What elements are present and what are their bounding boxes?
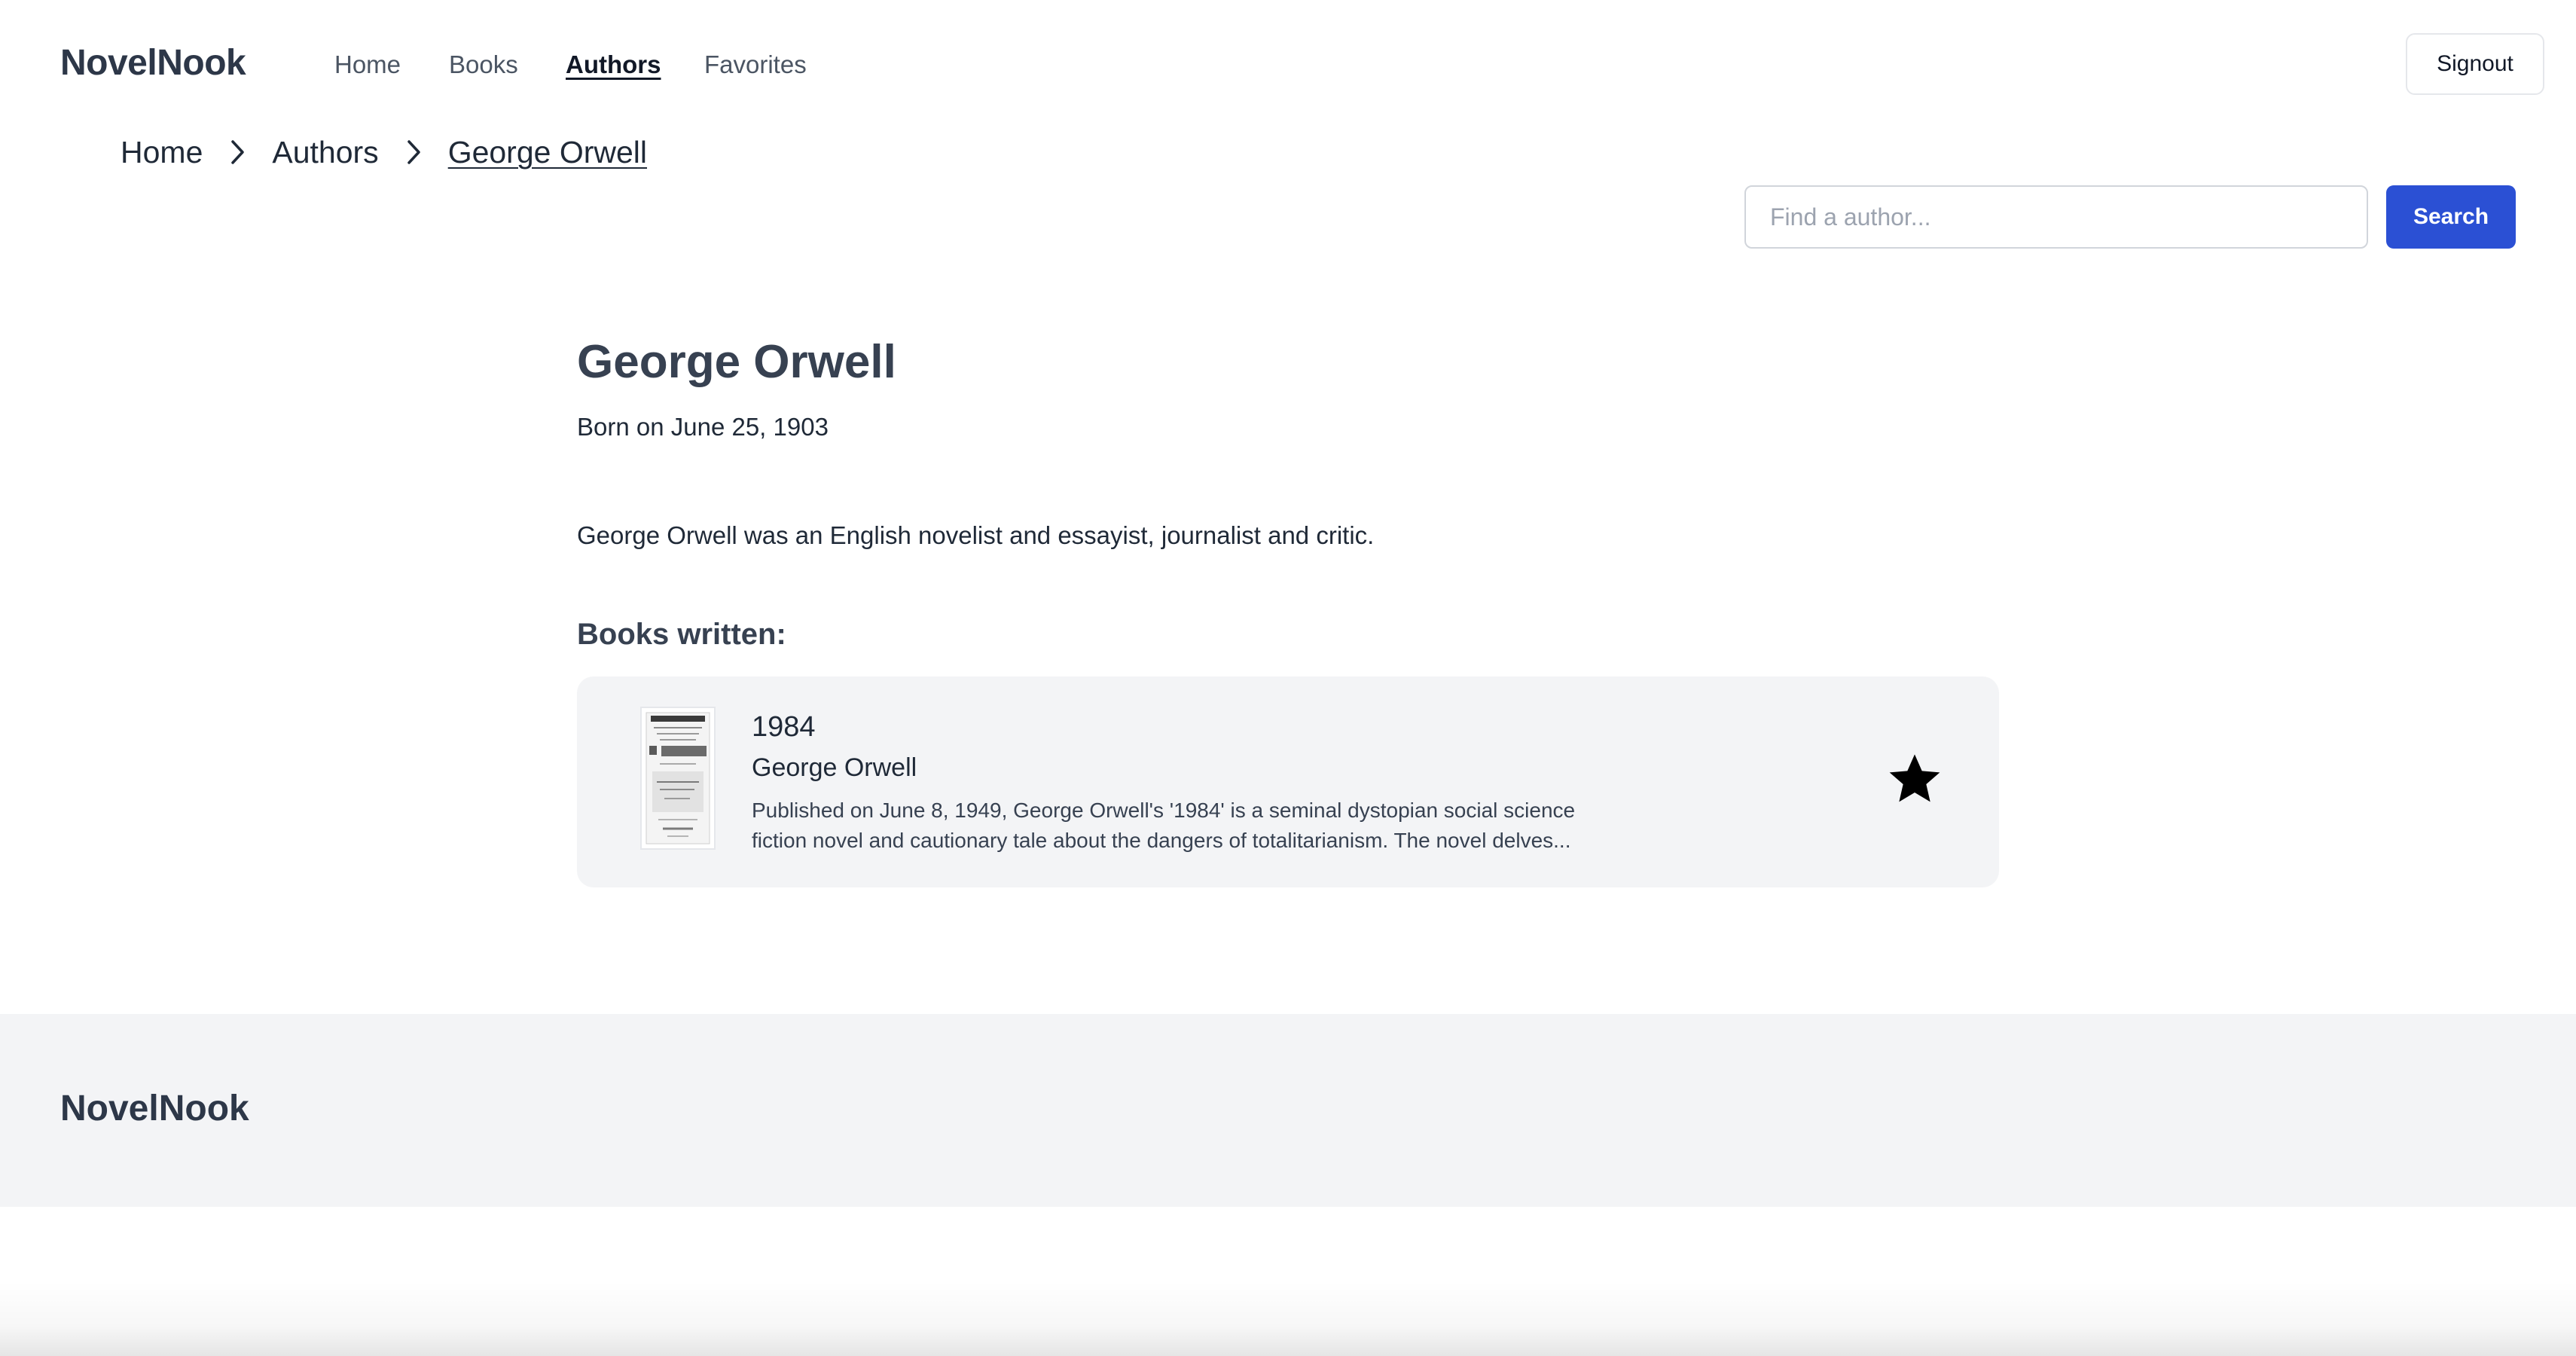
footer-brand: NovelNook bbox=[60, 1089, 249, 1128]
breadcrumb-home[interactable]: Home bbox=[121, 135, 203, 170]
site-footer: NovelNook bbox=[0, 1014, 2576, 1207]
book-description: Published on June 8, 1949, George Orwell… bbox=[752, 799, 1576, 852]
books-written-heading: Books written: bbox=[577, 618, 786, 651]
nav-link-home[interactable]: Home bbox=[334, 50, 401, 79]
search-button[interactable]: Search bbox=[2386, 185, 2516, 249]
author-birth-date: Born on June 25, 1903 bbox=[577, 413, 829, 441]
nav-link-books[interactable]: Books bbox=[449, 50, 518, 79]
bottom-edge-shadow bbox=[0, 1281, 2576, 1356]
nav-link-authors[interactable]: Authors bbox=[566, 50, 661, 79]
book-author: George Orwell bbox=[752, 753, 917, 782]
brand-logo[interactable]: NovelNook bbox=[60, 42, 246, 84]
book-card[interactable]: 1984 George Orwell Published on June 8, … bbox=[577, 676, 1999, 887]
book-title[interactable]: 1984 bbox=[752, 711, 816, 744]
author-search-input[interactable] bbox=[1744, 185, 2368, 249]
chevron-right-icon bbox=[398, 137, 429, 167]
book-cover-image bbox=[642, 708, 714, 848]
site-header: NovelNook Home Books Authors Favorites S… bbox=[0, 0, 2576, 130]
star-filled-icon[interactable] bbox=[1885, 749, 1945, 809]
breadcrumb-authors[interactable]: Authors bbox=[272, 135, 378, 170]
breadcrumb: Home Authors George Orwell bbox=[121, 131, 647, 173]
author-bio: George Orwell was an English novelist an… bbox=[577, 521, 1375, 549]
author-name-heading: George Orwell bbox=[577, 336, 896, 388]
chevron-right-icon bbox=[222, 137, 252, 167]
breadcrumb-current-author[interactable]: George Orwell bbox=[448, 135, 647, 170]
signout-button[interactable]: Signout bbox=[2406, 33, 2544, 95]
nav-link-favorites[interactable]: Favorites bbox=[704, 50, 807, 79]
